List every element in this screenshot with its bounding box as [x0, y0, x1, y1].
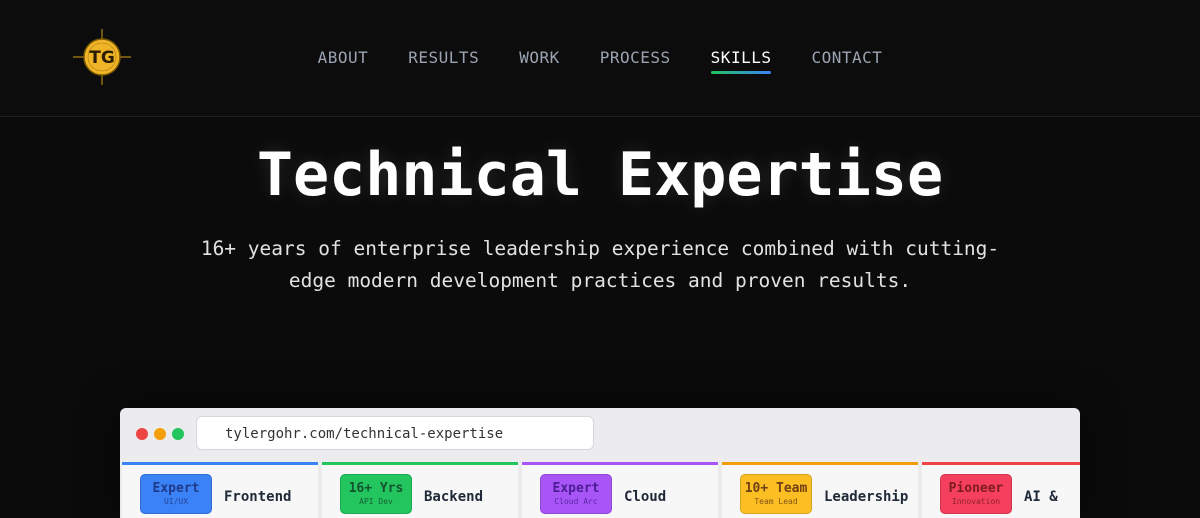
skill-card-ai[interactable]: Pioneer Innovation AI & — [922, 462, 1080, 518]
badge-sublabel: Innovation — [951, 497, 1001, 506]
badge-label: Pioneer — [948, 481, 1004, 496]
window-controls — [136, 428, 184, 440]
skill-card-leadership[interactable]: 10+ Team Team Lead Leadership — [722, 462, 918, 518]
badge-label: Expert — [152, 481, 200, 496]
skill-badge: 10+ Team Team Lead — [740, 474, 812, 514]
badge-label: Expert — [552, 481, 600, 496]
nav-results[interactable]: RESULTS — [408, 46, 479, 74]
badge-sublabel: Cloud Arc — [554, 497, 598, 506]
hero-title: Technical Expertise — [256, 140, 944, 210]
skill-cards: Expert UI/UX Frontend 16+ Yrs API Dev Ba… — [122, 462, 1080, 518]
browser-mockup: tylergohr.com/technical-expertise Expert… — [120, 408, 1080, 518]
skill-card-backend[interactable]: 16+ Yrs API Dev Backend — [322, 462, 518, 518]
skill-card-title: Backend — [424, 489, 484, 505]
skill-badge: Pioneer Innovation — [940, 474, 1012, 514]
badge-label: 10+ Team — [744, 481, 808, 496]
nav-about[interactable]: ABOUT — [318, 46, 369, 74]
minimize-dot — [154, 428, 166, 440]
badge-label: 16+ Yrs — [348, 481, 404, 496]
nav-process[interactable]: PROCESS — [600, 46, 671, 74]
skill-card-title: Cloud — [624, 489, 667, 505]
badge-sublabel: Team Lead — [754, 497, 798, 506]
skill-card-title: Leadership — [824, 489, 909, 505]
close-dot — [136, 428, 148, 440]
maximize-dot — [172, 428, 184, 440]
nav-contact[interactable]: CONTACT — [811, 46, 882, 74]
skill-badge: Expert Cloud Arc — [540, 474, 612, 514]
badge-sublabel: UI/UX — [163, 497, 189, 506]
skill-card-title: AI & — [1024, 489, 1058, 505]
main-nav: ABOUT RESULTS WORK PROCESS SKILLS CONTAC… — [0, 46, 1200, 76]
skill-card-title: Frontend — [224, 489, 292, 505]
skill-card-frontend[interactable]: Expert UI/UX Frontend — [122, 462, 318, 518]
nav-work[interactable]: WORK — [519, 46, 560, 74]
skill-card-cloud[interactable]: Expert Cloud Arc Cloud — [522, 462, 718, 518]
badge-sublabel: API Dev — [359, 497, 393, 506]
hero-subtitle: 16+ years of enterprise leadership exper… — [200, 237, 1000, 292]
url-bar[interactable]: tylergohr.com/technical-expertise — [196, 416, 594, 450]
nav-skills[interactable]: SKILLS — [710, 46, 772, 74]
site-header: TG ABOUT RESULTS WORK PROCESS SKILLS CON… — [0, 0, 1200, 117]
skill-badge: 16+ Yrs API Dev — [340, 474, 412, 514]
skill-badge: Expert UI/UX — [140, 474, 212, 514]
